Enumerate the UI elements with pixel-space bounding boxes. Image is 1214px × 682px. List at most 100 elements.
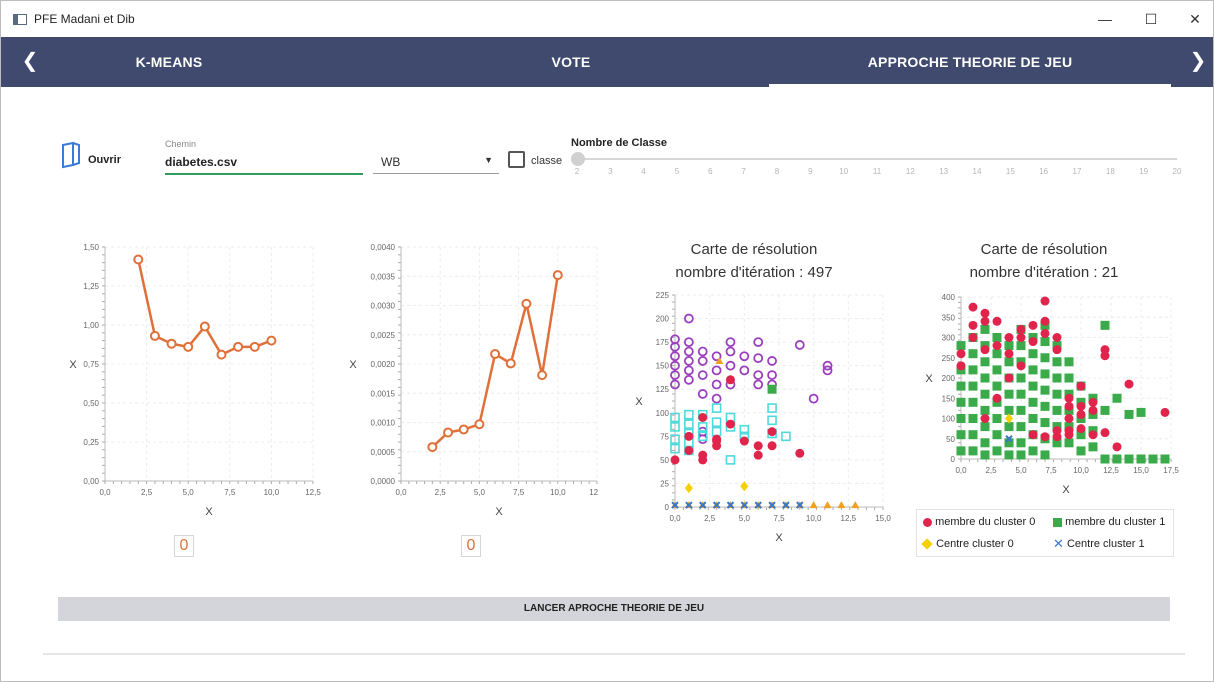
y-tick-label: 25 xyxy=(660,479,669,488)
data-point xyxy=(697,389,708,399)
x-tick-label: 10,0 xyxy=(264,488,280,497)
slider-thumb[interactable] xyxy=(571,152,585,166)
x-tick-label: 5,0 xyxy=(183,488,195,497)
classe-checkbox[interactable] xyxy=(508,151,525,168)
data-point xyxy=(725,419,735,429)
y-axis-label: X xyxy=(635,396,643,408)
data-point xyxy=(1005,413,1013,424)
data-point xyxy=(711,417,722,427)
tab-vote[interactable]: VOTE xyxy=(471,37,671,87)
tab-scroll-left-icon[interactable]: ❮ xyxy=(15,37,45,87)
y-axis-label: X xyxy=(925,373,933,385)
x-axis-label: X xyxy=(1062,484,1070,496)
data-point xyxy=(1076,409,1086,419)
path-field[interactable]: diabetes.csv xyxy=(165,151,365,177)
red-circle-icon xyxy=(923,517,932,527)
data-point xyxy=(992,381,1002,391)
algorithm-select[interactable]: WB ▼ xyxy=(373,151,499,177)
data-point xyxy=(216,349,227,360)
data-point xyxy=(1040,450,1050,460)
data-point xyxy=(1016,438,1026,448)
data-point xyxy=(956,361,966,371)
data-point xyxy=(1028,397,1038,407)
data-point xyxy=(980,414,990,423)
data-point xyxy=(697,356,708,366)
maximize-button[interactable]: ☐ xyxy=(1139,7,1163,31)
slider-tick-label: 6 xyxy=(708,167,713,176)
data-point xyxy=(1040,369,1050,379)
data-point xyxy=(956,349,966,359)
x-axis-label: X xyxy=(495,506,503,518)
series-line xyxy=(137,259,272,357)
legend-item-cluster0: membre du cluster 0 xyxy=(923,516,1035,528)
x-axis-label: X xyxy=(775,532,783,544)
data-point xyxy=(474,419,485,430)
data-point xyxy=(1040,337,1050,347)
series-line xyxy=(431,274,560,448)
y-tick-label: 150 xyxy=(656,362,670,371)
close-button[interactable]: ✕ xyxy=(1183,7,1207,31)
data-point xyxy=(683,374,694,385)
launch-button[interactable]: LANCER APROCHE THEORIE DE JEU xyxy=(58,597,1170,621)
y-tick-label: 75 xyxy=(660,432,669,441)
data-point xyxy=(521,298,532,309)
y-tick-label: 150 xyxy=(942,394,956,403)
data-point xyxy=(1040,353,1050,363)
tab-kmeans[interactable]: K-MEANS xyxy=(69,37,269,87)
data-point xyxy=(1124,409,1134,419)
data-point xyxy=(1112,454,1122,464)
data-point xyxy=(980,389,990,399)
x-tick-label: 2,5 xyxy=(141,488,153,497)
slider-tick-label: 8 xyxy=(774,167,780,176)
data-point xyxy=(1064,393,1074,403)
data-point xyxy=(956,446,966,456)
data-point xyxy=(823,501,832,509)
data-point xyxy=(1004,341,1014,351)
y-tick-label: 50 xyxy=(660,456,669,465)
data-point xyxy=(711,379,722,390)
slider-tick-label: 9 xyxy=(808,167,813,176)
chart-axes: 0,00 0,25 0,50 0,75 1,00 1,25 1,50 0,0 2,5 5,0 7,5… xyxy=(69,243,321,518)
data-point xyxy=(767,403,777,413)
data-point xyxy=(711,403,722,413)
data-point xyxy=(698,412,708,422)
chart4-title: Carte de résolution xyxy=(980,241,1108,258)
data-point xyxy=(183,341,194,352)
data-point xyxy=(1052,357,1062,367)
data-point xyxy=(1088,442,1098,452)
data-point xyxy=(1112,442,1122,452)
nombre-classe-slider[interactable]: 2 3 4 5 6 7 8 9 10 11 12 13 14 15 16 17 18 19 20 xyxy=(571,151,1181,183)
data-point xyxy=(1052,373,1062,383)
data-point xyxy=(1016,341,1026,351)
data-point xyxy=(1148,454,1158,464)
y-tick-label: 0,50 xyxy=(83,399,99,408)
data-point xyxy=(1028,446,1038,456)
y-tick-label: 0,75 xyxy=(83,360,99,369)
data-point xyxy=(537,370,548,381)
data-point xyxy=(1004,333,1014,342)
data-point xyxy=(767,356,777,366)
data-point xyxy=(1136,407,1146,417)
y-tick-label: 0,0035 xyxy=(371,272,396,281)
data-point xyxy=(980,316,990,326)
data-point xyxy=(1124,454,1134,464)
blue-x-icon: ✕ xyxy=(1053,536,1064,551)
data-point xyxy=(1028,320,1038,330)
data-point xyxy=(1076,401,1086,411)
data-point xyxy=(968,349,978,359)
scatter-chart-2: 0 50 100 150 200 250 300 350 400 0,0 2,5 5,0 7,5 10,0… xyxy=(925,293,1179,496)
data-point xyxy=(968,302,978,312)
data-point xyxy=(1064,357,1074,367)
chart3-subtitle: nombre d'itération : 497 xyxy=(675,264,833,281)
tab-scroll-right-icon[interactable]: ❯ xyxy=(1183,37,1213,87)
data-point xyxy=(1040,316,1050,326)
data-point xyxy=(199,321,210,332)
x-tick-label: 2,5 xyxy=(985,466,997,475)
tab-approche-theorie-de-jeu[interactable]: APPROCHE THEORIE DE JEU xyxy=(769,37,1171,87)
open-button[interactable]: Ouvrir xyxy=(61,141,131,173)
chart4-subtitle: nombre d'itération : 21 xyxy=(969,264,1119,281)
minimize-button[interactable]: — xyxy=(1093,7,1117,31)
x-tick-label: 5,0 xyxy=(739,514,751,523)
data-point xyxy=(1064,430,1074,440)
app-window: PFE Madani et Dib — ☐ ✕ ❮ K-MEANS VOTE A… xyxy=(0,0,1214,682)
